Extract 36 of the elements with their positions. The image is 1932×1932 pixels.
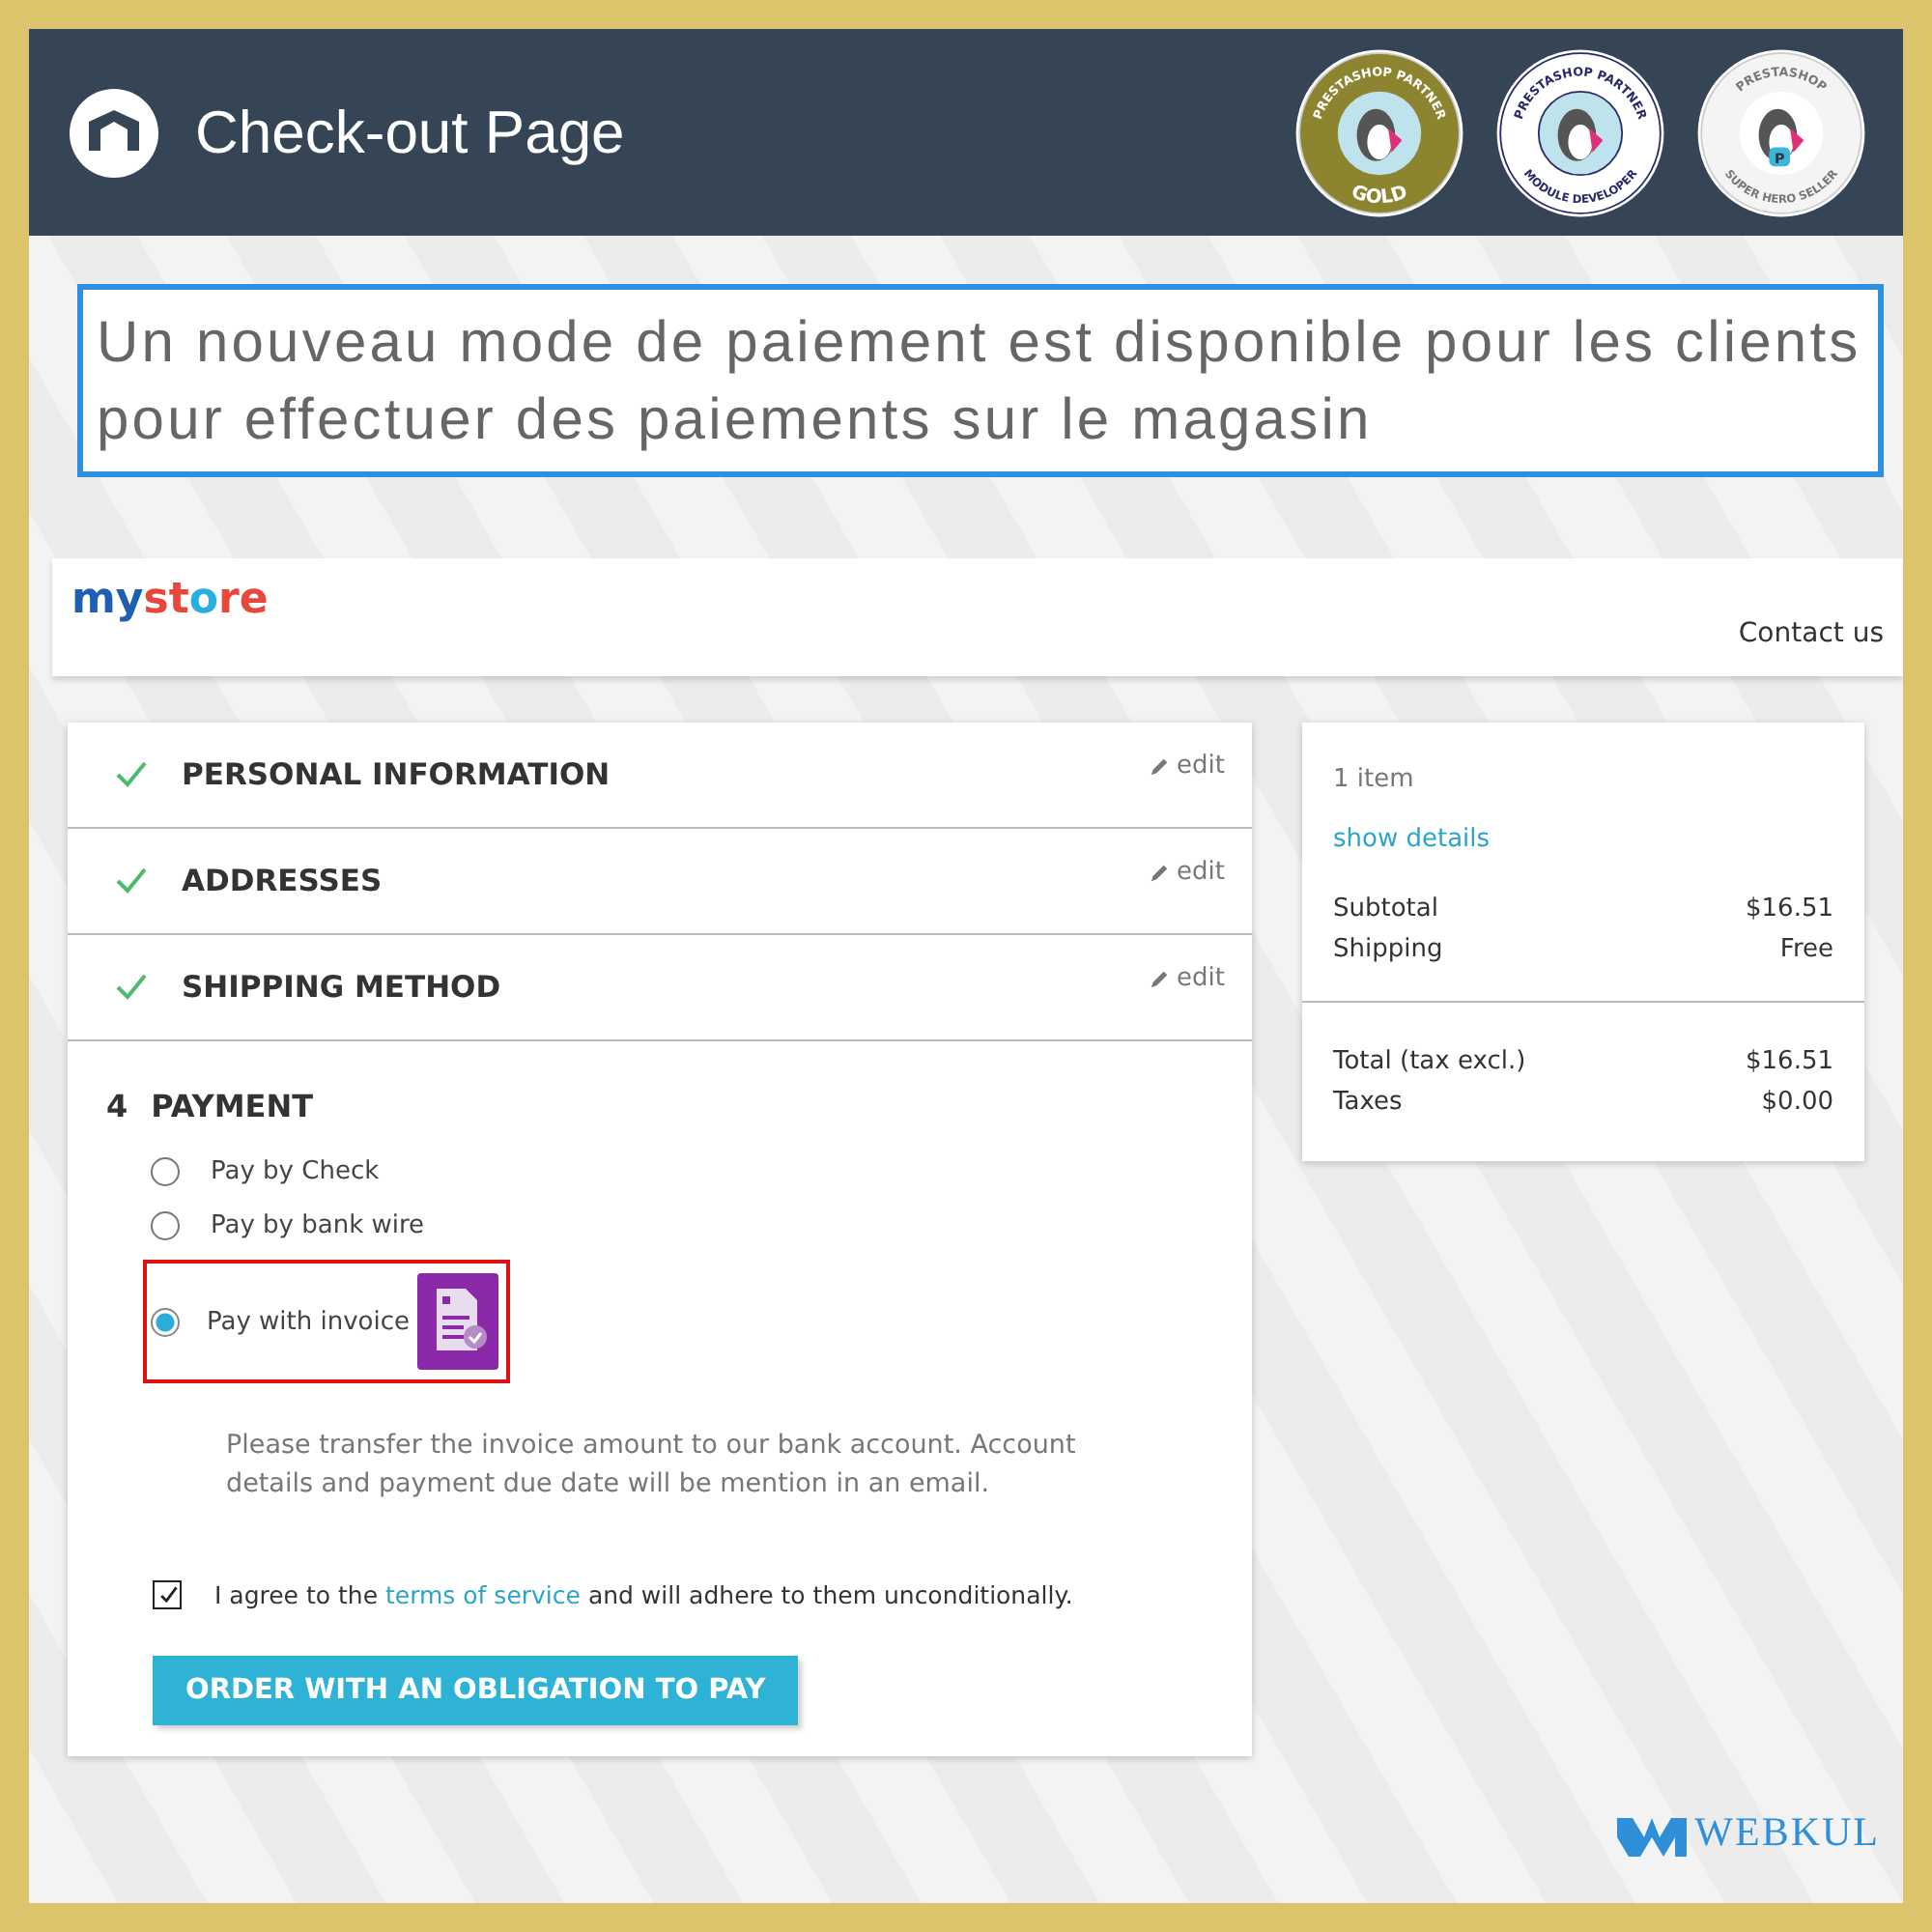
radio-button[interactable] xyxy=(151,1156,180,1185)
page-title: Check-out Page xyxy=(195,98,625,167)
brand-name: WEBKUL xyxy=(1694,1808,1880,1857)
caption-text: Un nouveau mode de paiement est disponible pour les clients pour effectuer des paiements sur le magasin xyxy=(77,284,1884,477)
summary-value: $16.51 xyxy=(1746,893,1833,927)
step-number: 4 xyxy=(106,1088,128,1124)
option-label[interactable]: Pay with invoice xyxy=(207,1307,411,1336)
edit-link[interactable]: edit xyxy=(1150,752,1225,781)
summary-label: Taxes xyxy=(1333,1086,1403,1121)
summary-value: $0.00 xyxy=(1761,1086,1833,1121)
summary-label: Shipping xyxy=(1333,933,1443,968)
summary-label: Subtotal xyxy=(1333,893,1438,927)
pencil-icon xyxy=(1150,862,1172,883)
option-label[interactable]: Pay by bank wire xyxy=(211,1210,425,1239)
option-label[interactable]: Pay by Check xyxy=(211,1156,380,1185)
step-title[interactable]: ADDRESSES xyxy=(182,864,383,898)
step-title: PAYMENT xyxy=(151,1088,313,1124)
summary-value: $16.51 xyxy=(1746,1045,1833,1080)
invoice-icon xyxy=(417,1273,499,1370)
radio-button[interactable] xyxy=(151,1210,180,1239)
summary-value: Free xyxy=(1779,933,1833,968)
checkbox[interactable] xyxy=(153,1580,182,1609)
logo-icon xyxy=(68,86,160,179)
pencil-icon xyxy=(1150,968,1172,989)
edit-link[interactable]: edit xyxy=(1150,964,1225,993)
step-title[interactable]: SHIPPING METHOD xyxy=(182,970,501,1005)
terms-text: I agree to the terms of service and will adhere to them unconditionally. xyxy=(214,1580,1073,1609)
step-title[interactable]: PERSONAL INFORMATION xyxy=(182,757,611,792)
payment-info-text: Please transfer the invoice amount to our bank account. Account details and payment due date will be mention in an email. xyxy=(226,1428,1078,1503)
radio-button[interactable] xyxy=(151,1307,180,1336)
item-count: 1 item xyxy=(1333,765,1416,794)
store-logo[interactable]: mystore xyxy=(71,576,269,630)
pencil-icon xyxy=(1150,755,1172,777)
edit-link[interactable]: edit xyxy=(1150,858,1225,887)
contact-link[interactable]: Contact us xyxy=(1738,618,1884,649)
summary-label: Total (tax excl.) xyxy=(1333,1045,1526,1080)
